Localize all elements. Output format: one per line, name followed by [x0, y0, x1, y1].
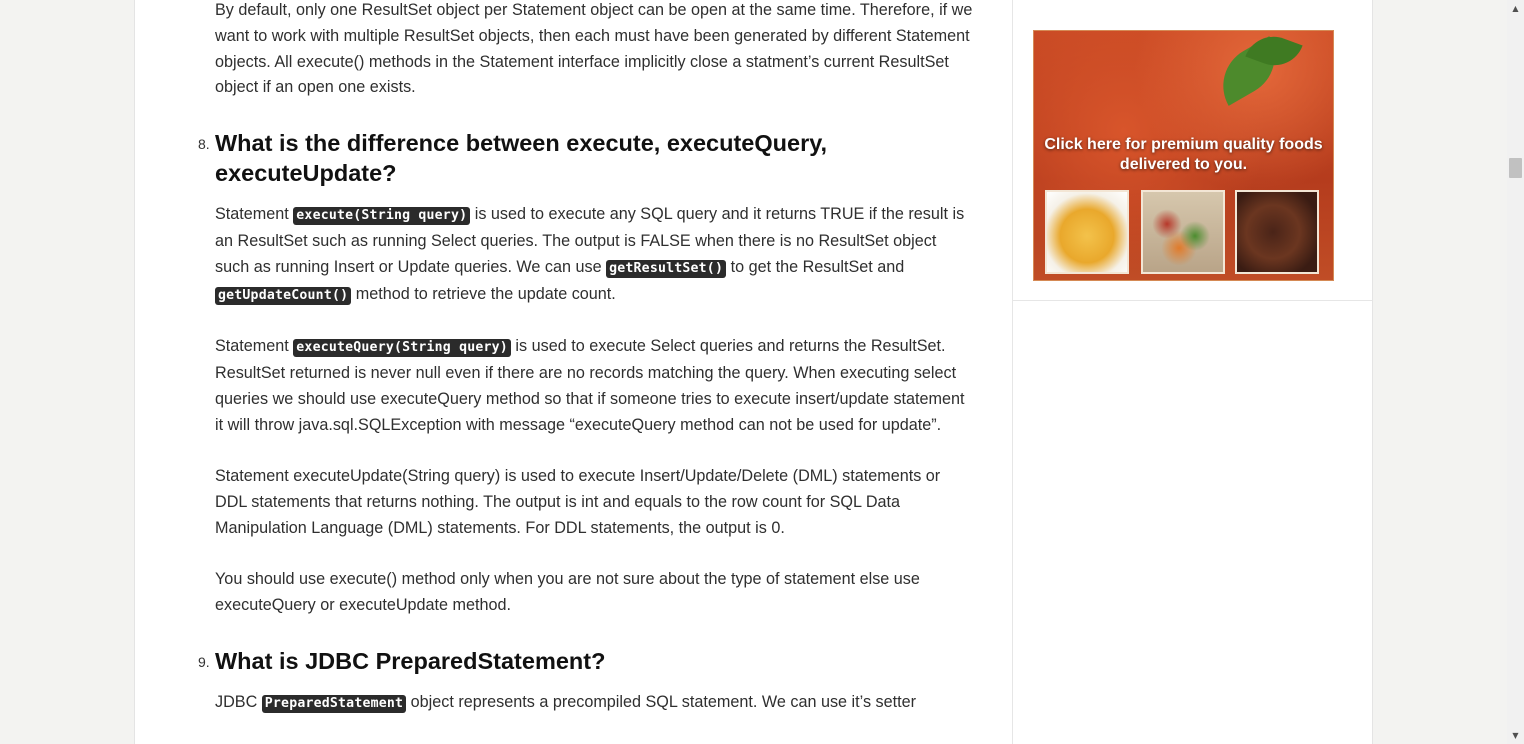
question-number: 9. [198, 653, 210, 670]
page-scrollbar[interactable]: ▲ ▼ [1507, 0, 1524, 744]
intro-paragraph: By default, only one ResultSet object pe… [215, 1, 973, 97]
q8-paragraph-4: You should use execute() method only whe… [215, 570, 920, 615]
ad-food-photo-vegetables [1141, 190, 1225, 274]
code-getupdatecount: getUpdateCount() [215, 286, 352, 305]
text-run: Statement [215, 205, 294, 224]
scroll-thumb[interactable] [1509, 158, 1522, 178]
text-run: Statement [215, 337, 294, 356]
scroll-down-arrow-icon[interactable]: ▼ [1507, 727, 1524, 744]
question-8-heading: 8. What is the difference between execut… [198, 128, 975, 188]
text-run: method to retrieve the update count. [351, 284, 616, 303]
q8-paragraph-2: Statement executeQuery(String query) is … [215, 334, 975, 438]
text-run: object represents a precompiled SQL stat… [406, 692, 917, 711]
question-title: What is the difference between execute, … [215, 130, 828, 187]
scroll-up-arrow-icon[interactable]: ▲ [1507, 0, 1524, 17]
text-run: JDBC [215, 692, 262, 711]
ad-food-photo-mac-cheese [1045, 190, 1129, 274]
q9-paragraph-1: JDBC PreparedStatement object represents… [215, 690, 975, 717]
q8-paragraph-1: Statement execute(String query) is used … [215, 202, 975, 308]
ad-food-photo-beef [1235, 190, 1319, 274]
code-getresultset: getResultSet() [606, 259, 727, 278]
q8-paragraph-3: Statement executeUpdate(String query) is… [215, 467, 941, 537]
text-run: to get the ResultSet and [726, 257, 905, 276]
code-execute: execute(String query) [293, 207, 471, 226]
question-9-heading: 9. What is JDBC PreparedStatement? [198, 646, 975, 676]
sidebar-divider [1012, 0, 1013, 744]
ad-headline: Click here for premium quality foods del… [1044, 136, 1323, 173]
question-title: What is JDBC PreparedStatement? [215, 647, 606, 674]
sidebar-ad-banner[interactable]: Click here for premium quality foods del… [1033, 30, 1334, 281]
article-content: By default, only one ResultSet object pe… [198, 0, 975, 717]
question-number: 8. [198, 136, 210, 153]
sidebar-widget-divider [1013, 300, 1372, 301]
code-executequery: executeQuery(String query) [293, 339, 511, 358]
code-preparedstatement: PreparedStatement [261, 694, 407, 713]
